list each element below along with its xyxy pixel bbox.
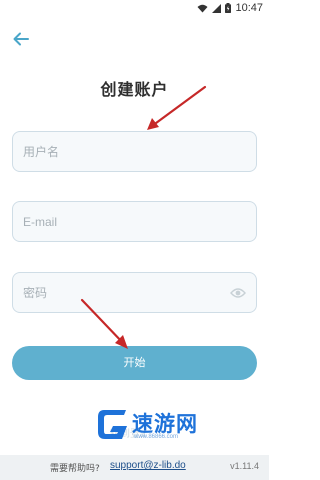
status-time: 10:47 <box>235 2 263 14</box>
footer: 需要帮助吗? support@z-lib.do v1.11.4 <box>0 455 269 480</box>
watermark-logo-icon <box>98 410 127 439</box>
username-input[interactable] <box>13 132 256 171</box>
status-bar: 10:47 <box>0 0 269 18</box>
username-field[interactable] <box>12 131 257 172</box>
password-field[interactable] <box>12 272 257 313</box>
watermark-url: www.86866.com <box>134 434 179 440</box>
wifi-icon <box>197 4 208 12</box>
support-email-link[interactable]: support@z-lib.do <box>110 460 186 471</box>
email-input[interactable] <box>13 202 256 241</box>
show-password-eye-icon[interactable] <box>230 286 246 300</box>
status-icons: 10:47 <box>197 2 263 14</box>
watermark: 速游网 www.86866.com <box>96 404 256 444</box>
password-input[interactable] <box>13 273 256 312</box>
battery-icon <box>225 3 232 13</box>
help-question: 需要帮助吗? <box>50 464 100 474</box>
page-title: 创建账户 <box>100 80 169 99</box>
back-arrow-icon[interactable] <box>12 30 30 48</box>
app-version: v1.11.4 <box>230 461 259 471</box>
email-field[interactable] <box>12 201 257 242</box>
signal-icon <box>212 3 222 13</box>
start-button[interactable]: 开始 <box>12 346 257 380</box>
